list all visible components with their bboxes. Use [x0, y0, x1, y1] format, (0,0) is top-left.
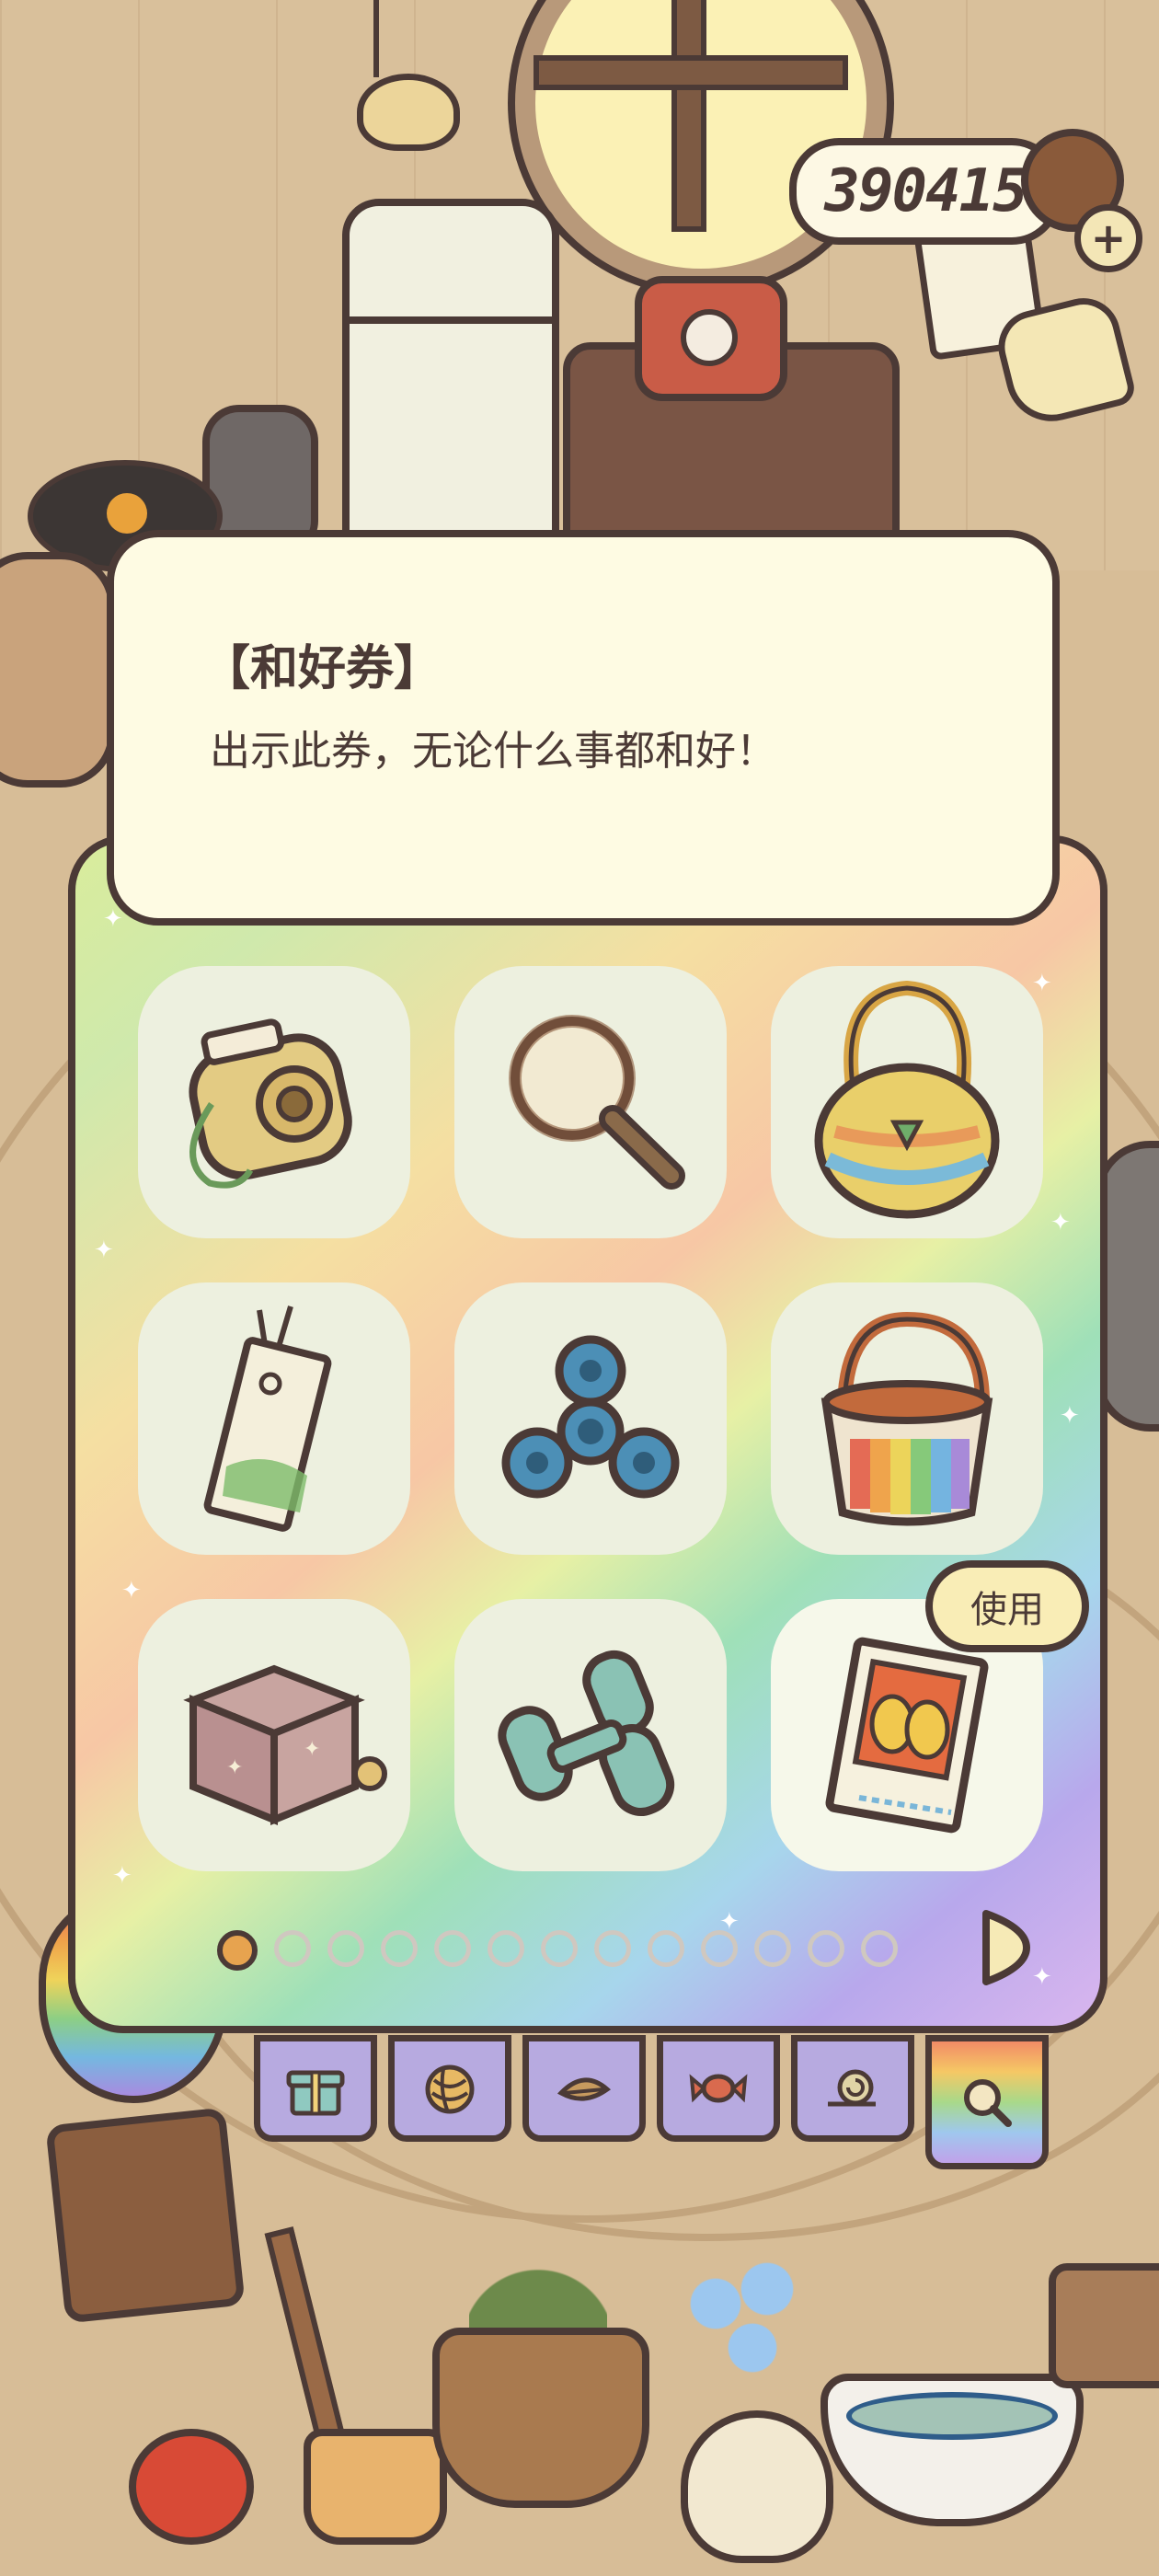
candy-icon — [689, 2074, 748, 2103]
next-page-arrow-icon[interactable] — [975, 1906, 1030, 1989]
snail-icon — [828, 2069, 876, 2107]
page-dot[interactable] — [701, 1930, 738, 1967]
magnifier-tab-icon — [964, 2079, 1012, 2127]
sparkle: ✦ — [103, 905, 123, 933]
telephone — [635, 276, 787, 401]
sparkle: ✦ — [94, 1236, 114, 1264]
tab-misc-selected[interactable] — [925, 2035, 1049, 2169]
sparkle: ✦ — [1060, 1402, 1080, 1430]
inventory-panel: ✦ ✦ ✦ ✦ ✦ ✦ ✦ ✦ ✦ ✦ ✦ — [68, 835, 1107, 2033]
plant-pot — [432, 2328, 649, 2508]
plus-icon[interactable]: + — [1074, 204, 1142, 272]
category-tabs — [254, 2035, 1049, 2169]
page-dot[interactable] — [274, 1930, 311, 1967]
page-indicator — [217, 1930, 898, 1971]
page-dot[interactable] — [594, 1930, 631, 1967]
page-dot[interactable] — [861, 1930, 898, 1967]
tab-snails[interactable] — [791, 2035, 914, 2142]
inventory-slot[interactable] — [454, 966, 727, 1238]
instant-camera-icon — [189, 1018, 352, 1189]
item-title: 【和好券】 — [202, 641, 442, 696]
raccoon-character — [0, 552, 116, 788]
flower-pot — [681, 2410, 833, 2563]
page-dot[interactable] — [541, 1930, 578, 1967]
inventory-slot[interactable] — [138, 1282, 410, 1555]
sparkle: ✦ — [1050, 1209, 1071, 1236]
inventory-slot[interactable] — [454, 1599, 727, 1871]
lamp-cord — [373, 0, 379, 77]
inventory-slot[interactable] — [771, 966, 1043, 1238]
window-bar — [534, 55, 848, 90]
fridge — [342, 199, 559, 554]
hanging-lamp — [357, 74, 460, 151]
blue-flowers — [671, 2245, 819, 2392]
apple — [129, 2429, 254, 2545]
gift-icon — [286, 2070, 345, 2116]
inventory-slot[interactable] — [454, 1282, 727, 1555]
item-detail-card: 【和好券】 出示此券，无论什么事都和好！ — [107, 530, 1060, 926]
leaf-icon — [557, 2077, 612, 2101]
music-box-icon: ✦ ✦ — [183, 1664, 387, 1825]
svg-text:✦: ✦ — [226, 1756, 243, 1779]
page-dot[interactable] — [434, 1930, 471, 1967]
tab-leaves[interactable] — [522, 2035, 646, 2142]
page-dot[interactable] — [488, 1930, 524, 1967]
sparkle: ✦ — [1032, 1963, 1052, 1991]
knitted-bag-icon — [814, 980, 1000, 1219]
tab-yarn[interactable] — [388, 2035, 511, 2142]
yarn-ball-icon — [425, 2064, 475, 2114]
page-dot[interactable] — [381, 1930, 418, 1967]
broom — [304, 2429, 447, 2545]
tab-candy[interactable] — [657, 2035, 780, 2142]
page-dot[interactable] — [808, 1930, 844, 1967]
sparkle: ✦ — [112, 1862, 132, 1890]
currency-amount: 390415 — [824, 157, 1027, 225]
inventory-slot[interactable] — [771, 1282, 1043, 1555]
item-description: 出示此券，无论什么事都和好！ — [210, 728, 776, 775]
rainbow-basket-icon — [820, 1311, 993, 1526]
tab-gifts[interactable] — [254, 2035, 377, 2142]
page-dot[interactable] — [648, 1930, 684, 1967]
inventory-slot[interactable]: ✦ ✦ — [138, 1599, 410, 1871]
use-button[interactable]: 使用 — [925, 1560, 1089, 1652]
page-dot[interactable] — [327, 1930, 364, 1967]
book-stack — [45, 2107, 246, 2324]
plant-leaves — [469, 2171, 607, 2346]
window-bar — [671, 0, 706, 232]
dumbbells-icon — [498, 1650, 675, 1816]
page-dot[interactable] — [754, 1930, 791, 1967]
inventory-slot[interactable] — [138, 966, 410, 1238]
side-table — [1049, 2263, 1159, 2388]
bookmark-tag-icon — [203, 1305, 332, 1532]
fidget-spinner-icon — [501, 1335, 680, 1499]
page-dot-current[interactable] — [217, 1930, 258, 1971]
magnifying-glass-icon — [509, 1015, 685, 1190]
svg-text:✦: ✦ — [304, 1738, 320, 1761]
currency-counter: 390415 — [789, 138, 1061, 245]
